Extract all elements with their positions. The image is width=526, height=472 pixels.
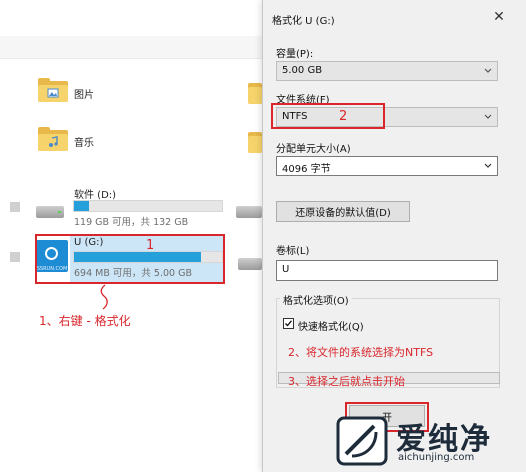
pictures-folder-icon[interactable] — [38, 78, 68, 102]
chevron-down-icon — [484, 114, 492, 119]
chevron-down-icon — [484, 163, 492, 168]
drive-d-usage-fill — [74, 201, 89, 211]
allocation-unit-label: 分配单元大小(A) — [276, 144, 351, 155]
drive-icon-edge — [10, 202, 20, 212]
annotation-step-1: 1、右键 - 格式化 — [39, 314, 131, 328]
annotation-step-3: 3、选择之后就点击开始 — [288, 375, 405, 388]
file-explorer: 图片 音乐 软件 (D:) 119 GB 可用，共 132 GB SSRUN.C… — [0, 0, 270, 472]
format-options-label: 格式化选项(O) — [280, 292, 352, 307]
quick-format-checkbox[interactable] — [283, 318, 294, 329]
hard-drive-icon[interactable] — [236, 203, 262, 219]
annotation-step-2: 2、将文件的系统选择为NTFS — [288, 346, 434, 359]
quick-format-label[interactable]: 快速格式化(Q) — [298, 318, 364, 333]
capacity-select[interactable]: 5.00 GB — [276, 61, 498, 81]
folder-icon[interactable] — [248, 129, 262, 153]
music-folder-icon[interactable] — [38, 127, 68, 151]
explorer-header-band — [0, 36, 270, 59]
watermark-url: aichunjing.com — [398, 452, 475, 463]
drive-d-free-space: 119 GB 可用，共 132 GB — [74, 217, 189, 228]
pictures-folder-label[interactable]: 图片 — [74, 86, 94, 101]
music-note-icon — [49, 136, 58, 147]
drive-d-name[interactable]: 软件 (D:) — [74, 186, 116, 201]
explorer-toolbar — [0, 0, 270, 37]
hard-drive-icon[interactable] — [238, 255, 262, 271]
screenshot: 图片 音乐 软件 (D:) 119 GB 可用，共 132 GB SSRUN.C… — [0, 0, 526, 472]
annotation-number-2: 2 — [339, 109, 348, 124]
folder-icon[interactable] — [248, 80, 262, 104]
annotation-box-1 — [35, 234, 225, 284]
annotation-box-2 — [271, 103, 385, 129]
capacity-label: 容量(P): — [276, 49, 314, 60]
volume-label-label: 卷标(L) — [276, 246, 310, 257]
annotation-number-1: 1 — [146, 238, 155, 253]
music-folder-label[interactable]: 音乐 — [74, 134, 94, 149]
capacity-value: 5.00 GB — [282, 65, 323, 76]
volume-label-value: U — [282, 264, 290, 275]
hard-drive-icon[interactable] — [36, 203, 64, 219]
annotation-arrow-icon — [100, 284, 108, 310]
volume-label-input[interactable]: U — [276, 260, 498, 281]
picture-icon — [47, 88, 59, 98]
allocation-unit-select[interactable]: 4096 字节 — [276, 156, 498, 176]
format-dialog: 格式化 U (G:) ✕ 容量(P): 5.00 GB 文件系统(F) NTFS… — [262, 0, 526, 472]
drive-icon-edge — [10, 252, 20, 262]
restore-defaults-button[interactable]: 还原设备的默认值(D) — [276, 201, 410, 222]
allocation-unit-value: 4096 字节 — [282, 164, 331, 175]
checkmark-icon — [285, 320, 292, 327]
close-button[interactable]: ✕ — [489, 7, 509, 27]
watermark-logo-icon — [336, 416, 388, 466]
chevron-down-icon — [484, 68, 492, 73]
dialog-title: 格式化 U (G:) — [272, 16, 335, 27]
drive-d-usage-bar — [73, 200, 223, 212]
